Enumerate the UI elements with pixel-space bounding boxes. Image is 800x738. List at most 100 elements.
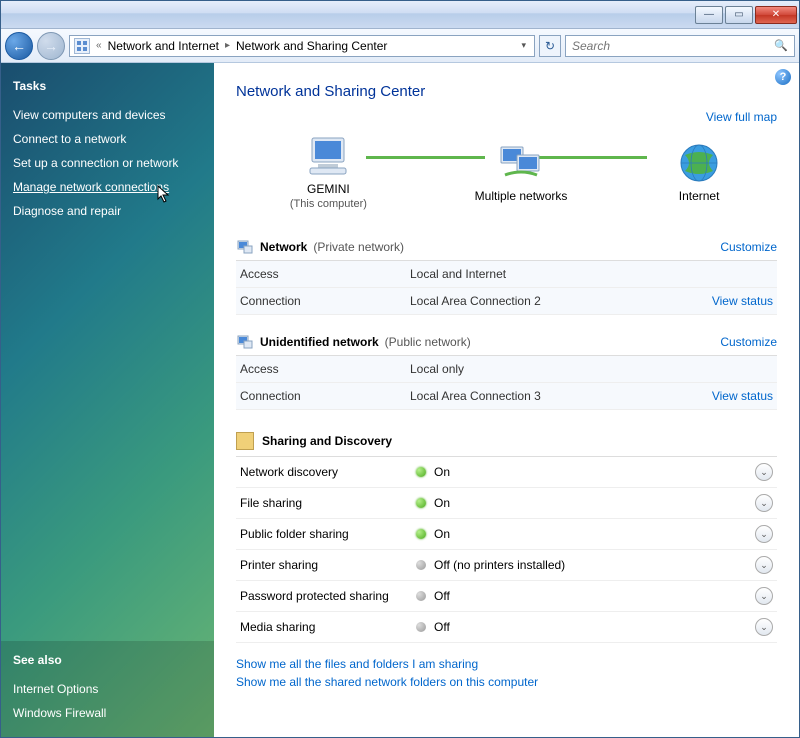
chevron-down-icon: ⌄ [760,560,768,571]
sharing-label: Public folder sharing [240,527,416,541]
row-value: Local only [410,362,773,376]
node-this-computer: GEMINI (This computer) [290,132,367,210]
task-manage-connections[interactable]: Manage network connections [13,175,202,199]
task-connect-network[interactable]: Connect to a network [13,127,202,151]
view-full-map-link[interactable]: View full map [706,110,777,124]
globe-icon [675,139,723,187]
show-files-link[interactable]: Show me all the files and folders I am s… [236,657,777,671]
chevron-down-icon: ⌄ [760,467,768,478]
sharing-label: Printer sharing [240,558,416,572]
network-type: (Public network) [385,335,471,349]
network-row: Access Local only [236,356,777,383]
help-button[interactable]: ? [775,69,791,85]
sharing-value: On [434,465,755,479]
node-internet: Internet [675,139,723,203]
forward-button[interactable]: → [37,32,65,60]
sharing-icon [236,432,254,450]
seealso-heading: See also [13,653,202,667]
close-button[interactable]: ✕ [755,6,797,24]
row-value: Local and Internet [410,267,773,281]
sharing-row: Media sharing Off ⌄ [236,612,777,643]
breadcrumb-chevron-icon: ▸ [223,40,232,51]
status-dot-icon [416,498,426,508]
breadcrumb-item[interactable]: Network and Internet [108,39,219,53]
network-row: Connection Local Area Connection 3 View … [236,383,777,410]
sharing-label: Password protected sharing [240,589,416,603]
back-button[interactable]: ← [5,32,33,60]
status-dot-icon [416,529,426,539]
status-dot-icon [416,591,426,601]
control-panel-icon [74,38,90,54]
tasks-list: View computers and devices Connect to a … [13,103,202,223]
network-name: Network [260,240,307,254]
page-title: Network and Sharing Center [236,83,777,100]
window-controls: — ▭ ✕ [695,6,797,24]
view-status-link[interactable]: View status [712,389,773,403]
computer-icon [304,132,352,180]
address-dropdown-icon[interactable]: ▾ [517,40,530,51]
sharing-value: Off [434,589,755,603]
sharing-value: Off [434,620,755,634]
expand-button[interactable]: ⌄ [755,556,773,574]
network-type: (Private network) [313,240,404,254]
status-dot-icon [416,560,426,570]
window: — ▭ ✕ ← → « Network and Internet ▸ Netwo… [0,0,800,738]
network-block: Network (Private network) Customize Acce… [236,234,777,315]
network-row: Connection Local Area Connection 2 View … [236,288,777,315]
status-dot-icon [416,622,426,632]
show-folders-link[interactable]: Show me all the shared network folders o… [236,675,777,689]
view-full-map-row: View full map [236,110,777,124]
seealso-internet-options[interactable]: Internet Options [13,677,202,701]
sidebar: Tasks View computers and devices Connect… [1,63,214,737]
tasks-section: Tasks View computers and devices Connect… [1,63,214,231]
expand-button[interactable]: ⌄ [755,587,773,605]
row-label: Access [240,267,410,281]
sharing-heading: Sharing and Discovery [262,434,392,448]
expand-button[interactable]: ⌄ [755,618,773,636]
node-label: GEMINI [307,182,350,196]
seealso-windows-firewall[interactable]: Windows Firewall [13,701,202,725]
view-status-link[interactable]: View status [712,294,773,308]
main-content: ? Network and Sharing Center View full m… [214,63,799,737]
network-name: Unidentified network [260,335,379,349]
task-view-computers[interactable]: View computers and devices [13,103,202,127]
status-dot-icon [416,467,426,477]
arrow-right-icon: → [44,38,58,54]
row-label: Connection [240,389,410,403]
network-icon [236,238,254,256]
seealso-list: Internet Options Windows Firewall [13,677,202,725]
sharing-value: On [434,496,755,510]
node-multiple-networks: Multiple networks [475,139,568,203]
row-label: Access [240,362,410,376]
network-map: GEMINI (This computer) Multiple networks… [236,132,777,210]
refresh-button[interactable]: ↻ [539,35,561,57]
sharing-value: Off (no printers installed) [434,558,755,572]
customize-link[interactable]: Customize [720,335,777,349]
expand-button[interactable]: ⌄ [755,525,773,543]
maximize-button[interactable]: ▭ [725,6,753,24]
row-value: Local Area Connection 3 [410,389,712,403]
customize-link[interactable]: Customize [720,240,777,254]
expand-button[interactable]: ⌄ [755,494,773,512]
chevron-down-icon: ⌄ [760,498,768,509]
minimize-button[interactable]: — [695,6,723,24]
sharing-row: Printer sharing Off (no printers install… [236,550,777,581]
seealso-section: See also Internet Options Windows Firewa… [1,641,214,737]
sharing-row: Network discovery On ⌄ [236,457,777,488]
networks-container: Network (Private network) Customize Acce… [236,234,777,410]
network-icon [236,333,254,351]
row-label: Connection [240,294,410,308]
breadcrumb-item[interactable]: Network and Sharing Center [236,39,387,53]
node-sublabel: (This computer) [290,198,367,210]
sharing-section-header: Sharing and Discovery [236,426,777,457]
network-header: Network (Private network) Customize [236,234,777,261]
search-input[interactable] [572,39,770,53]
connection-line [366,156,485,159]
search-icon: 🔍 [774,39,788,52]
network-block: Unidentified network (Public network) Cu… [236,329,777,410]
search-box[interactable]: 🔍 [565,35,795,57]
expand-button[interactable]: ⌄ [755,463,773,481]
task-setup-connection[interactable]: Set up a connection or network [13,151,202,175]
task-diagnose-repair[interactable]: Diagnose and repair [13,199,202,223]
address-bar[interactable]: « Network and Internet ▸ Network and Sha… [69,35,535,57]
